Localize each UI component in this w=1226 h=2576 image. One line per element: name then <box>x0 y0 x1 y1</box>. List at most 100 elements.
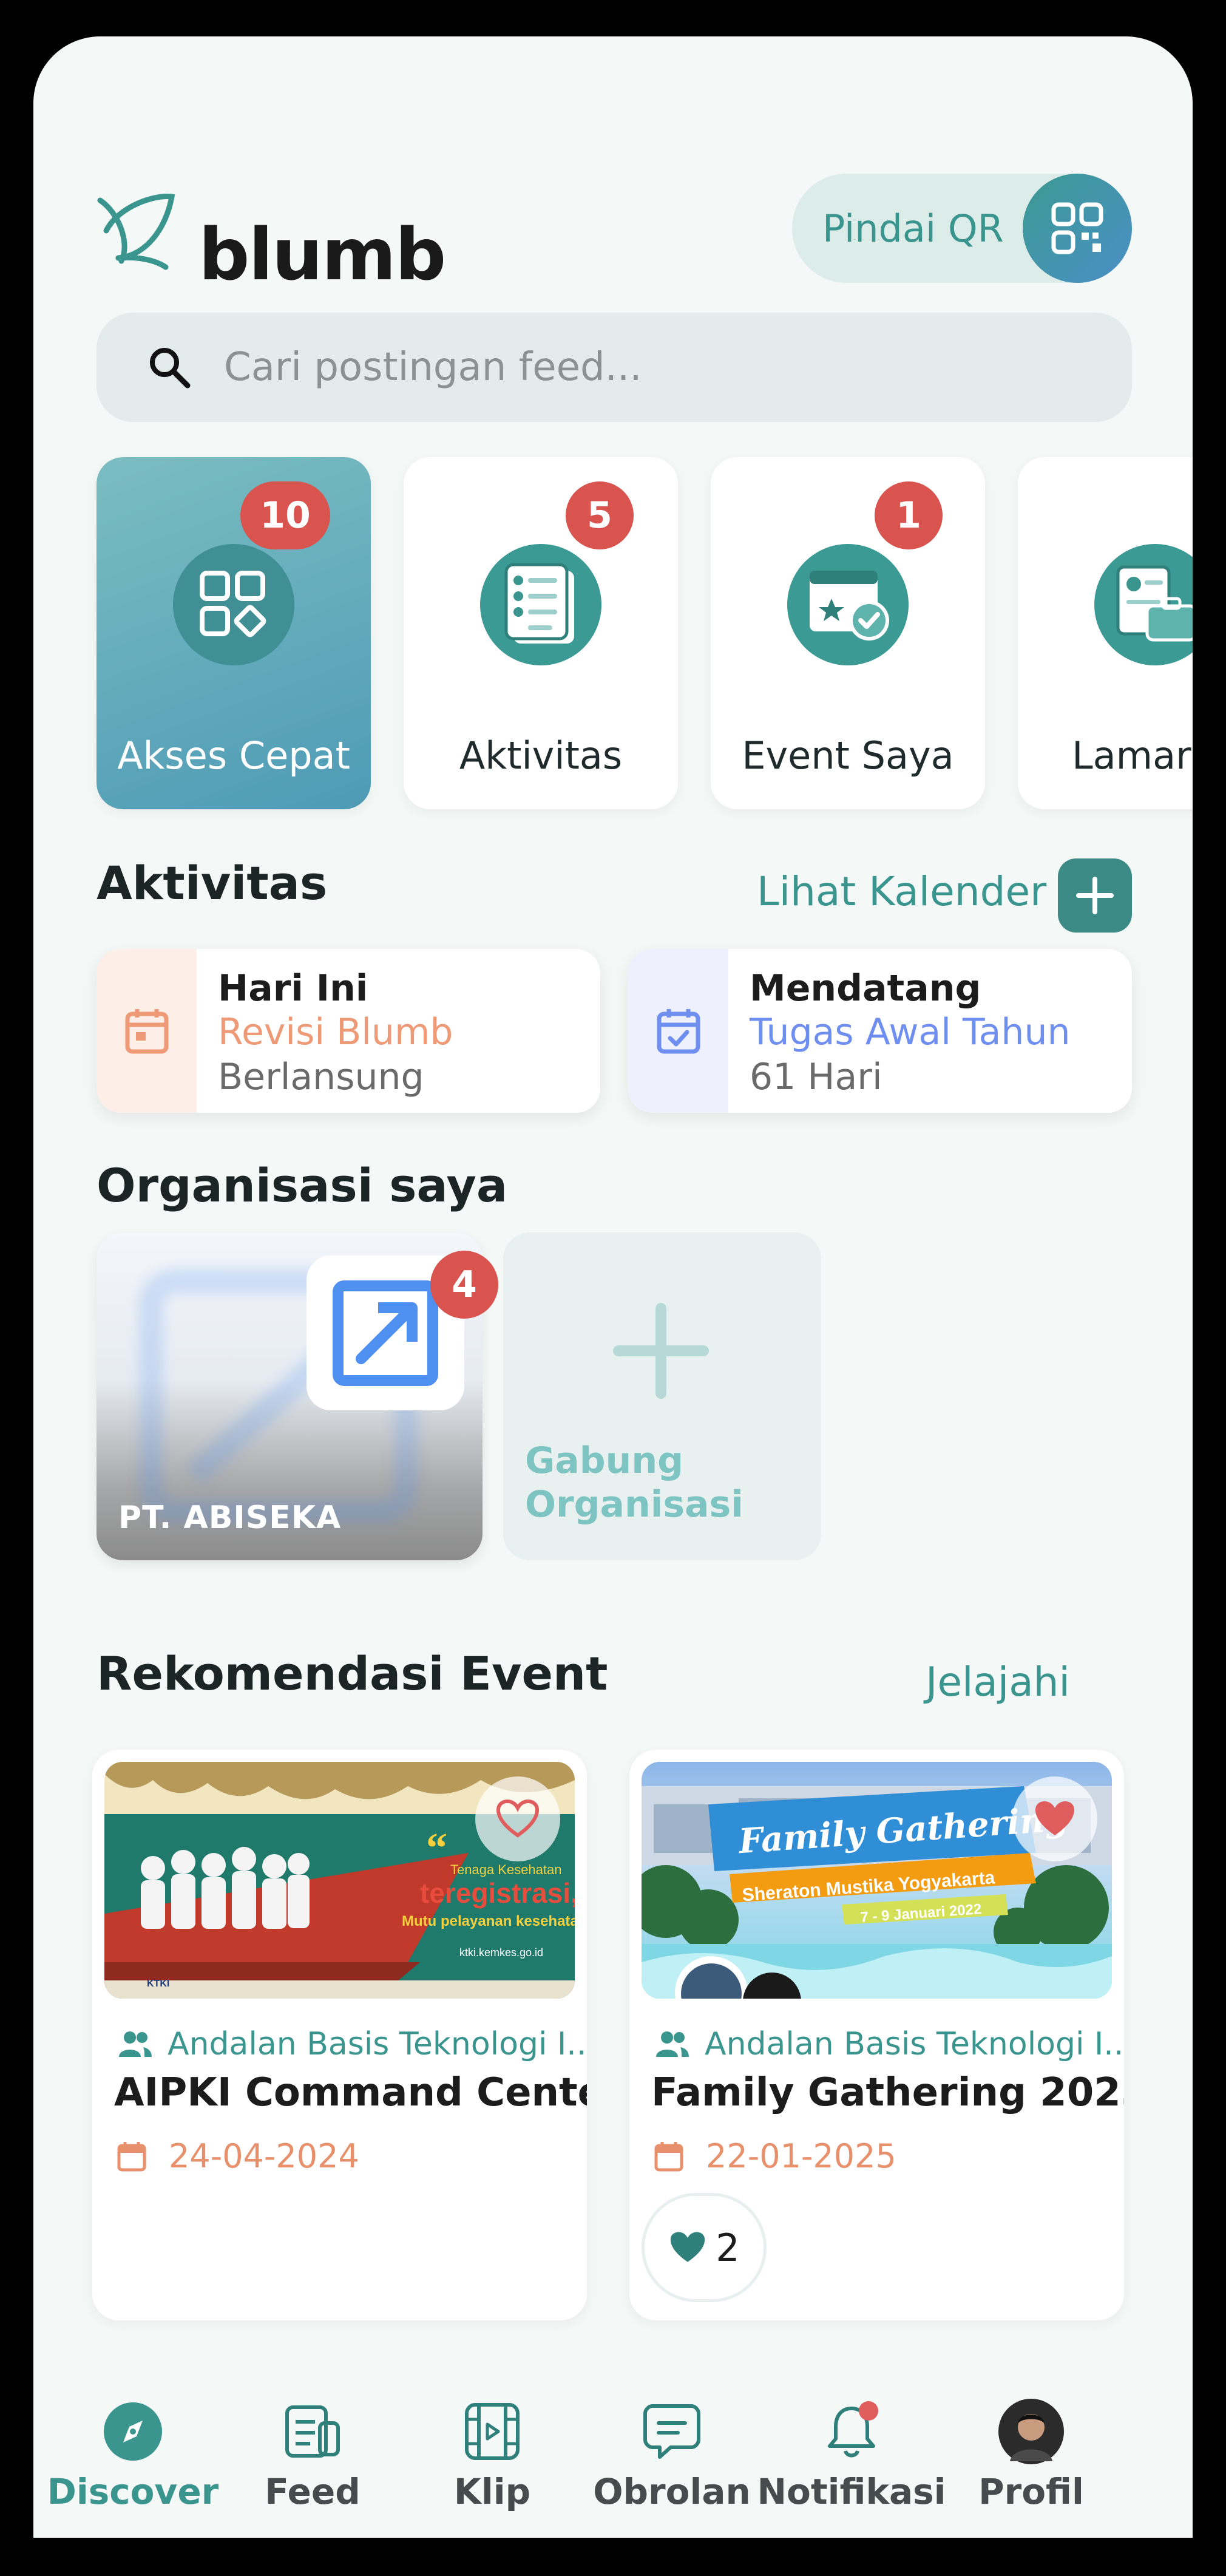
calendar-icon <box>654 2141 683 2171</box>
event-organizer: Andalan Basis Teknologi I... <box>654 2026 1124 2062</box>
calendar-icon <box>97 949 197 1113</box>
nav-feed[interactable]: Feed <box>222 2398 404 2512</box>
quick-card-event-saya[interactable]: 1 Event Saya <box>711 457 985 809</box>
search-input[interactable] <box>224 345 1074 390</box>
plus-icon <box>613 1303 709 1399</box>
compass-icon <box>100 2398 166 2465</box>
quick-card-akses-cepat[interactable]: 10 Akses Cepat <box>97 457 371 809</box>
nav-label: Notifikasi <box>757 2471 946 2512</box>
organizations-title: Organisasi saya <box>97 1158 508 1212</box>
activity-card-upcoming[interactable]: Mendatang Tugas Awal Tahun 61 Hari <box>628 949 1132 1113</box>
plus-icon <box>1076 877 1114 914</box>
like-button[interactable] <box>1012 1776 1097 1861</box>
join-label-line: Gabung <box>525 1439 684 1482</box>
scan-qr-button[interactable]: Pindai QR <box>792 174 1132 283</box>
nav-label: Feed <box>265 2471 361 2512</box>
scan-qr-label: Pindai QR <box>822 206 1004 251</box>
activities-title: Aktivitas <box>97 856 328 910</box>
event-organizer-name: Andalan Basis Teknologi I... <box>705 2026 1124 2062</box>
activity-status: 61 Hari <box>750 1056 882 1098</box>
banner-url: ktki.kemkes.go.id <box>459 1946 543 1959</box>
quick-card-aktivitas[interactable]: 5 Aktivitas <box>404 457 678 809</box>
quick-badge: 1 <box>875 481 943 549</box>
join-organization-label: Gabung Organisasi <box>525 1439 743 1526</box>
bell-icon <box>818 2398 885 2465</box>
event-date: 22-01-2025 <box>654 2137 896 2175</box>
banner-sponsor: KTKI <box>147 1979 169 1989</box>
heart-filled-icon <box>671 2232 705 2262</box>
event-date: 24-04-2024 <box>117 2137 359 2175</box>
event-card[interactable]: “ Tenaga Kesehatan teregistrasi, Mutu pe… <box>92 1750 587 2320</box>
fish-logo-icon <box>97 194 175 270</box>
calendar-icon <box>117 2141 146 2171</box>
event-organizer: Andalan Basis Teknologi I... <box>117 2026 587 2062</box>
banner-quote-3: Mutu pelayanan kesehatan pasti <box>402 1913 575 1929</box>
nav-label: Klip <box>453 2471 531 2512</box>
like-button[interactable] <box>475 1776 560 1861</box>
bottom-nav: Discover Feed Klip Obrolan Notifikasi Pr… <box>33 2362 1193 2538</box>
add-activity-button[interactable] <box>1058 858 1132 933</box>
event-organizer-name: Andalan Basis Teknologi I... <box>168 2026 587 2062</box>
heart-outline-icon <box>496 1799 540 1838</box>
activity-status: Berlansung <box>218 1056 424 1098</box>
external-link-icon <box>333 1280 438 1386</box>
event-title: AIPKI Command Center <box>114 2070 587 2115</box>
app-screen: blumb Pindai QR Cari postingan feed... 1… <box>33 36 1193 2538</box>
people-icon <box>656 2031 689 2057</box>
nav-label: Obrolan <box>593 2471 751 2512</box>
svg-text:“: “ <box>426 1825 447 1872</box>
like-count: 2 <box>716 2225 740 2270</box>
quick-card-lamaran[interactable]: Lamaran <box>1018 457 1193 809</box>
search-icon <box>150 348 191 389</box>
like-count-button[interactable]: 2 <box>642 2193 767 2302</box>
activity-name: Tugas Awal Tahun <box>750 1011 1071 1053</box>
nav-label: Discover <box>47 2471 219 2512</box>
banner-quote-1: Tenaga Kesehatan <box>450 1862 562 1877</box>
quick-badge: 5 <box>566 481 634 549</box>
explore-link[interactable]: Jelajahi <box>926 1659 1070 1705</box>
clip-icon <box>459 2398 526 2465</box>
join-organization-button[interactable]: Gabung Organisasi <box>503 1232 821 1560</box>
view-calendar-link[interactable]: Lihat Kalender <box>757 868 1046 915</box>
activity-name: Revisi Blumb <box>218 1011 453 1053</box>
calendar-check-icon <box>787 544 909 665</box>
organization-name: PT. ABISEKA <box>118 1500 342 1536</box>
quick-badge: 10 <box>240 481 330 549</box>
brand-name: blumb <box>198 212 446 296</box>
event-date-value: 24-04-2024 <box>169 2137 359 2175</box>
activity-heading: Hari Ini <box>218 967 368 1010</box>
quick-label: Akses Cepat <box>117 733 350 778</box>
calendar-check-icon <box>628 949 728 1113</box>
grid-shapes-icon <box>173 544 294 665</box>
avatar <box>998 2398 1065 2465</box>
organization-badge: 4 <box>430 1251 498 1319</box>
qr-icon <box>1023 174 1132 283</box>
nav-discover[interactable]: Discover <box>42 2398 224 2512</box>
heart-filled-icon <box>1035 1801 1074 1835</box>
join-label-line: Organisasi <box>525 1483 743 1526</box>
quick-label: Event Saya <box>742 733 954 778</box>
search-bar[interactable] <box>97 313 1132 422</box>
event-date-value: 22-01-2025 <box>706 2137 896 2175</box>
quick-label: Aktivitas <box>459 733 623 778</box>
activity-card-today[interactable]: Hari Ini Revisi Blumb Berlansung <box>97 949 600 1113</box>
checklist-icon <box>480 544 601 665</box>
event-banner: Family Gathering Sheraton Mustika Yogyak… <box>642 1762 1112 1999</box>
device-frame: blumb Pindai QR Cari postingan feed... 1… <box>0 0 1226 2576</box>
nav-label: Profil <box>978 2471 1084 2512</box>
chat-icon <box>638 2398 705 2465</box>
nav-notifikasi[interactable]: Notifikasi <box>757 2398 946 2512</box>
nav-profil[interactable]: Profil <box>940 2398 1122 2512</box>
briefcase-icon <box>1094 544 1193 665</box>
activity-heading: Mendatang <box>750 967 981 1010</box>
events-title: Rekomendasi Event <box>97 1647 608 1701</box>
nav-klip[interactable]: Klip <box>401 2398 583 2512</box>
event-card[interactable]: Family Gathering Sheraton Mustika Yogyak… <box>629 1750 1124 2320</box>
event-title: Family Gathering 2025 <box>651 2070 1124 2115</box>
event-banner: “ Tenaga Kesehatan teregistrasi, Mutu pe… <box>104 1762 575 1999</box>
banner-quote-2: teregistrasi, <box>420 1877 575 1909</box>
feed-icon <box>279 2398 346 2465</box>
nav-obrolan[interactable]: Obrolan <box>581 2398 763 2512</box>
quick-label: Lamaran <box>1072 733 1193 778</box>
people-icon <box>119 2031 152 2057</box>
